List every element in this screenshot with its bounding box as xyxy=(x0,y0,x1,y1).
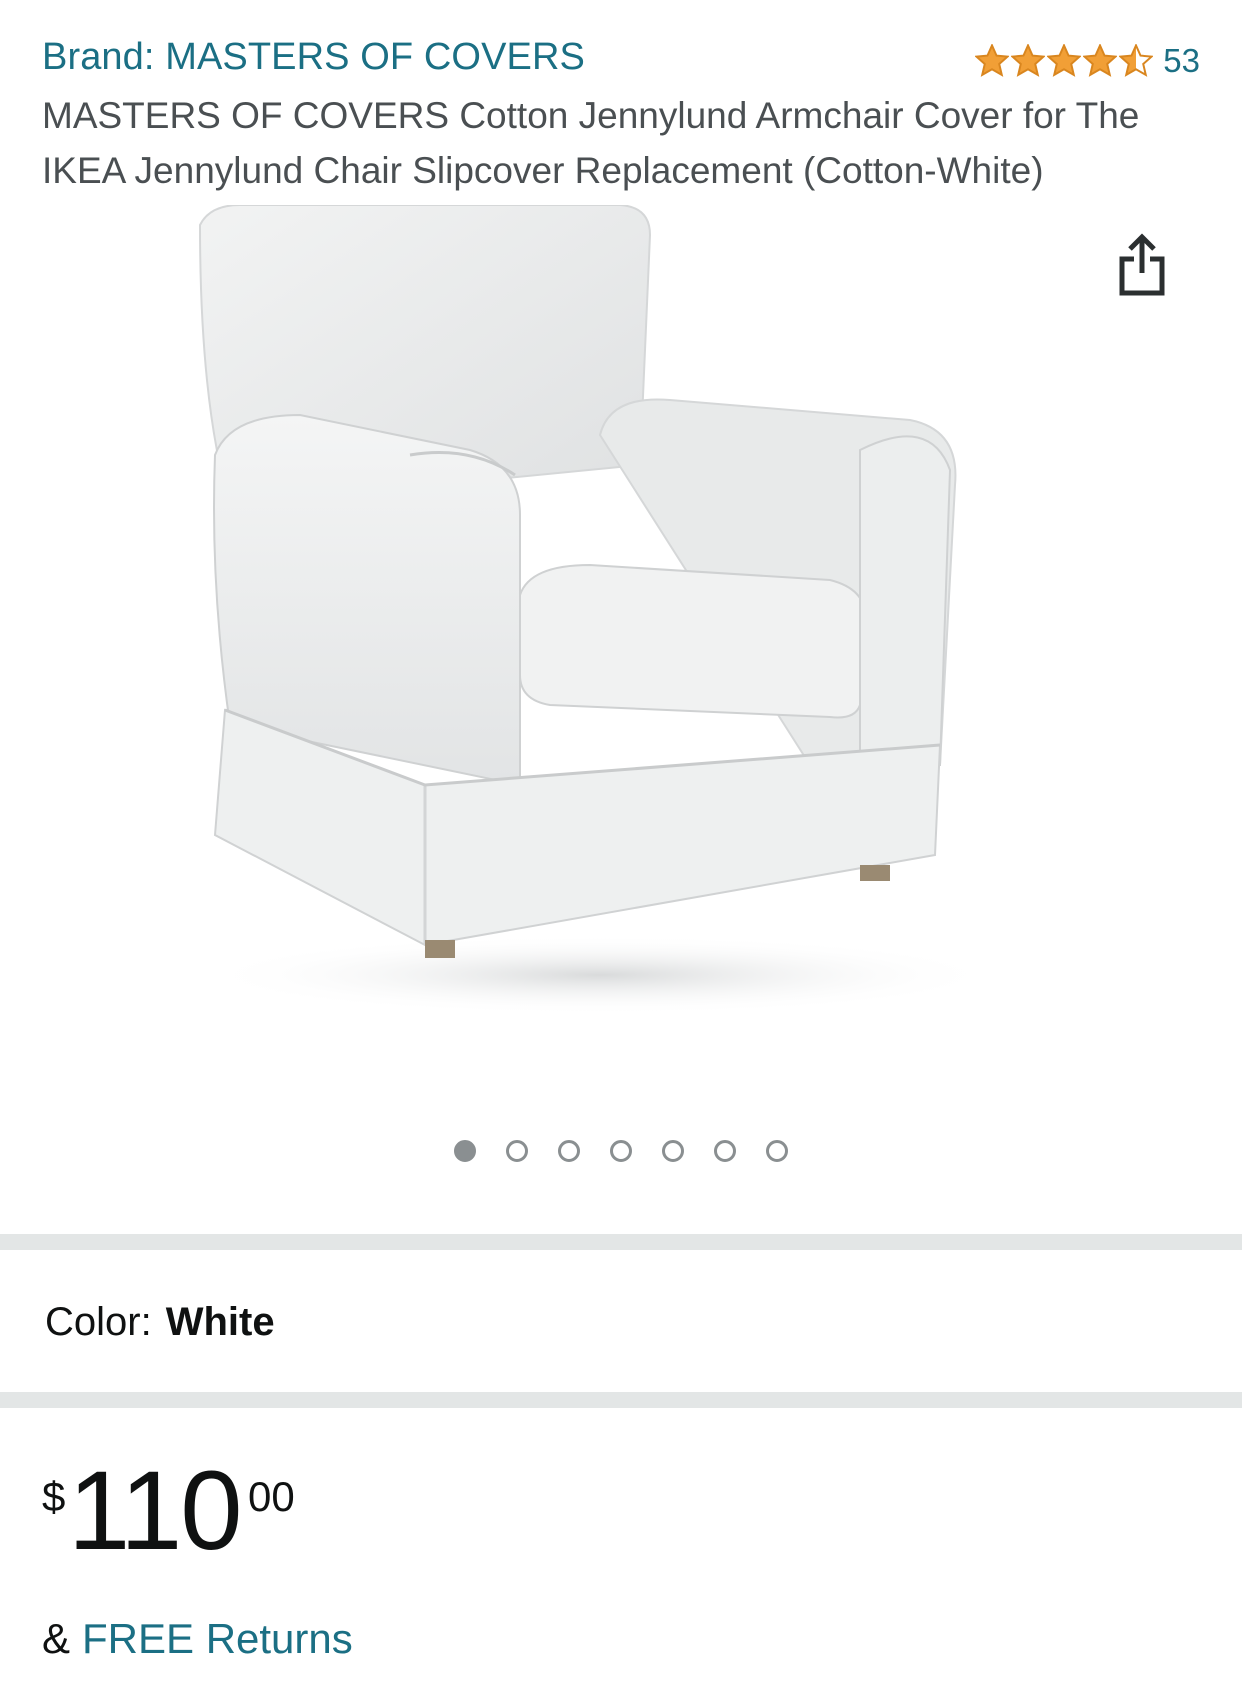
pagination-dot[interactable] xyxy=(558,1140,580,1162)
product-title: MASTERS OF COVERS Cotton Jennylund Armch… xyxy=(42,95,1140,191)
product-header: Brand: MASTERS OF COVERS 53 MASTERS OF C… xyxy=(0,0,1242,200)
price-fraction: 00 xyxy=(248,1473,295,1520)
rating-count[interactable]: 53 xyxy=(1163,42,1200,80)
share-icon xyxy=(1119,233,1165,296)
pagination-dot[interactable] xyxy=(506,1140,528,1162)
section-divider xyxy=(0,1234,1242,1250)
pagination-dot[interactable] xyxy=(610,1140,632,1162)
star-icon xyxy=(1011,44,1046,77)
color-value: White xyxy=(165,1300,275,1344)
star-rating xyxy=(975,44,1154,78)
pagination-dot[interactable] xyxy=(714,1140,736,1162)
image-gallery[interactable] xyxy=(0,205,1242,1125)
star-icon xyxy=(975,44,1010,77)
brand-link[interactable]: Brand: MASTERS OF COVERS xyxy=(42,36,585,79)
pagination-dot[interactable] xyxy=(454,1140,476,1162)
rating-widget[interactable]: 53 xyxy=(975,42,1200,80)
pagination-dot[interactable] xyxy=(662,1140,684,1162)
star-icon xyxy=(1119,44,1154,77)
returns-info: & FREE Returns xyxy=(42,1615,353,1663)
pagination-dot[interactable] xyxy=(766,1140,788,1162)
color-selector[interactable]: Color: White xyxy=(45,1300,275,1345)
price-symbol: $ xyxy=(42,1473,66,1520)
share-button[interactable] xyxy=(1102,225,1182,305)
gallery-pagination[interactable] xyxy=(0,1140,1242,1162)
section-divider xyxy=(0,1392,1242,1408)
free-returns-link[interactable]: FREE Returns xyxy=(82,1615,353,1662)
returns-prefix: & xyxy=(42,1615,71,1662)
star-icon xyxy=(1083,44,1118,77)
color-label: Color: xyxy=(45,1300,152,1344)
price-whole: 110 xyxy=(68,1448,243,1573)
star-icon xyxy=(1047,44,1082,77)
product-image-armchair[interactable] xyxy=(170,205,1070,1085)
